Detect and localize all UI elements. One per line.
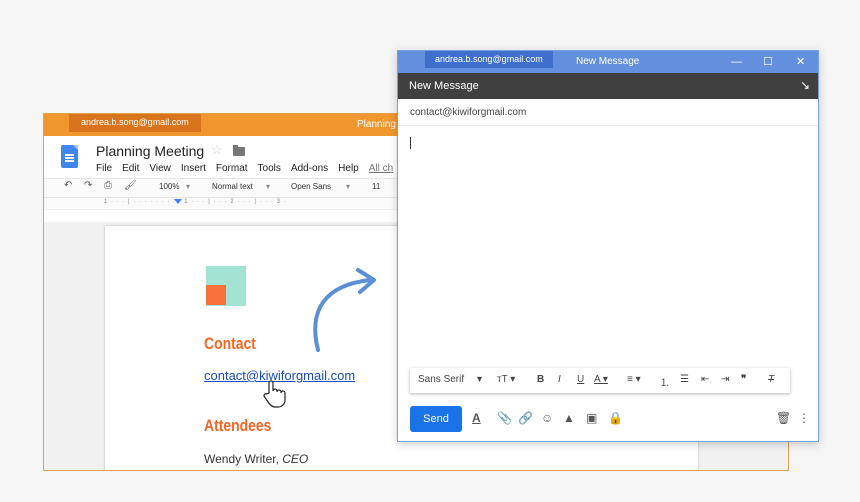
attendee-line: Wendy Writer, CEO xyxy=(204,452,308,466)
menu-help[interactable]: Help xyxy=(338,163,359,174)
curved-arrow-icon xyxy=(313,268,376,352)
docs-logo-icon[interactable] xyxy=(61,145,78,168)
menu-format[interactable]: Format xyxy=(216,163,248,174)
numbered-list-icon[interactable]: ⒈ xyxy=(660,374,670,389)
text-caret xyxy=(410,137,411,149)
bulleted-list-icon[interactable]: ☰ xyxy=(680,374,689,385)
compose-chrome: andrea.b.song@gmail.com New Message — ☐ … xyxy=(398,51,818,73)
underline-icon[interactable]: U xyxy=(577,374,584,385)
paint-format-icon[interactable]: 🖌 xyxy=(124,180,137,191)
font-size-select[interactable]: 11 xyxy=(372,182,380,191)
zoom-dropdown-icon[interactable]: ▾ xyxy=(186,182,190,191)
maximize-icon[interactable]: ☐ xyxy=(763,51,773,73)
docs-menubar: File Edit View Insert Format Tools Add-o… xyxy=(96,163,393,174)
font-family-select[interactable]: Sans Serif xyxy=(418,374,464,385)
remove-formatting-icon[interactable]: T xyxy=(768,374,774,385)
more-options-icon[interactable]: ⋮ xyxy=(798,411,810,425)
attendees-heading: Attendees xyxy=(204,416,272,435)
text-color-icon[interactable]: A ▾ xyxy=(594,374,608,385)
indent-marker-icon[interactable] xyxy=(174,199,182,204)
folder-icon[interactable] xyxy=(233,145,245,156)
style-select[interactable]: Normal text xyxy=(212,182,253,191)
docs-account-badge[interactable]: andrea.b.song@gmail.com xyxy=(69,114,201,132)
undo-icon[interactable]: ↶ xyxy=(64,180,72,191)
gmail-account-badge[interactable]: andrea.b.song@gmail.com xyxy=(425,51,553,68)
recipients-field[interactable]: contact@kiwiforgmail.com xyxy=(398,99,818,126)
confidential-icon[interactable]: 🔒 xyxy=(608,411,623,425)
star-icon[interactable]: ☆ xyxy=(211,142,223,158)
menu-insert[interactable]: Insert xyxy=(181,163,206,174)
drive-icon[interactable]: ▲ xyxy=(563,411,575,425)
attendee-role: CEO xyxy=(282,452,309,466)
all-changes-link[interactable]: All ch xyxy=(369,163,393,174)
indent-less-icon[interactable]: ⇤ xyxy=(701,374,709,385)
font-dropdown-icon[interactable]: ▾ xyxy=(477,374,482,385)
hand-cursor-icon xyxy=(263,380,286,408)
bold-icon[interactable]: B xyxy=(537,374,544,385)
font-select[interactable]: Open Sans xyxy=(291,182,331,191)
menu-file[interactable]: File xyxy=(96,163,112,174)
photo-icon[interactable]: ▣ xyxy=(586,411,597,425)
italic-icon[interactable]: I xyxy=(558,374,561,385)
redo-icon[interactable]: ↷ xyxy=(84,180,92,191)
menu-tools[interactable]: Tools xyxy=(258,163,281,174)
compose-actions: Send A 📎 🔗 ☺ ▲ ▣ 🔒 🗑 ⋮ xyxy=(398,406,818,436)
minimize-icon[interactable]: — xyxy=(731,51,742,73)
compose-window: andrea.b.song@gmail.com New Message — ☐ … xyxy=(397,50,819,442)
trash-icon[interactable]: 🗑 xyxy=(776,411,791,425)
contact-heading: Contact xyxy=(204,334,256,353)
print-icon[interactable]: ⎙ xyxy=(104,180,112,191)
compose-header: New Message ↘ xyxy=(398,73,818,99)
send-button[interactable]: Send xyxy=(410,406,462,432)
compose-header-title: New Message xyxy=(409,80,479,92)
indent-more-icon[interactable]: ⇥ xyxy=(721,374,729,385)
menu-view[interactable]: View xyxy=(149,163,171,174)
menu-addons[interactable]: Add-ons xyxy=(291,163,328,174)
formatting-toolbar: Sans Serif ▾ ᴛT ▾ B I U A ▾ ≡ ▾ ⒈ ☰ ⇤ ⇥ … xyxy=(410,368,790,393)
formatting-options-icon[interactable]: A xyxy=(472,411,481,425)
compose-window-title: New Message xyxy=(576,56,640,67)
attach-icon[interactable]: 📎 xyxy=(497,411,512,425)
font-size-icon[interactable]: ᴛT ▾ xyxy=(497,374,515,385)
align-icon[interactable]: ≡ ▾ xyxy=(627,374,641,385)
font-dropdown-icon[interactable]: ▾ xyxy=(346,182,350,191)
zoom-select[interactable]: 100% xyxy=(159,182,179,191)
recipient-address: contact@kiwiforgmail.com xyxy=(410,107,527,118)
logo-image-accent xyxy=(206,285,226,305)
style-dropdown-icon[interactable]: ▾ xyxy=(266,182,270,191)
link-icon[interactable]: 🔗 xyxy=(518,411,533,425)
document-title[interactable]: Planning Meeting xyxy=(96,143,204,159)
emoji-icon[interactable]: ☺ xyxy=(541,411,553,425)
expand-icon[interactable]: ↘ xyxy=(800,78,810,92)
ruler-scale: 1 · · · | · · · · · · · · · 1 · · · | · … xyxy=(104,199,287,205)
menu-edit[interactable]: Edit xyxy=(122,163,139,174)
docs-window-title: Planning xyxy=(357,119,396,130)
quote-icon[interactable]: ❞ xyxy=(741,374,746,385)
close-icon[interactable]: ✕ xyxy=(796,51,805,73)
attendee-name: Wendy Writer, xyxy=(204,452,283,466)
